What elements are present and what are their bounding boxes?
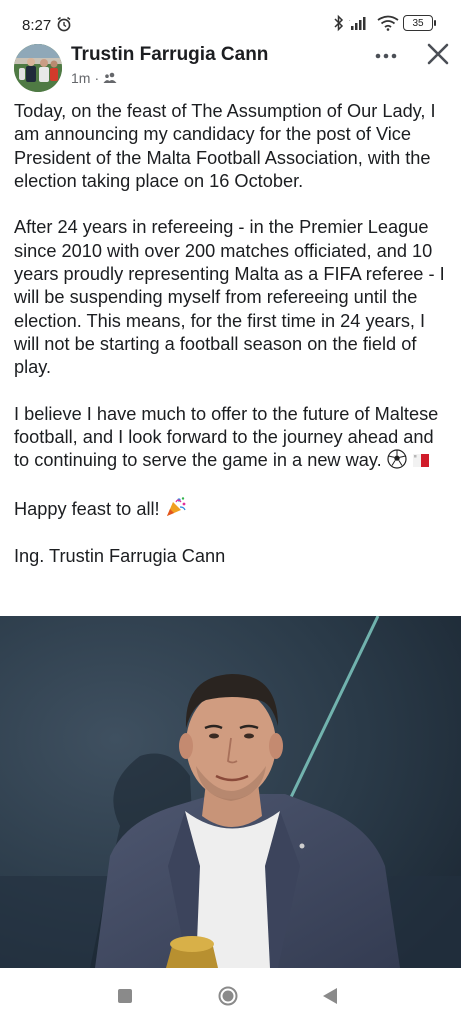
svg-text:.: . [349, 17, 351, 23]
signal-icon: . [349, 17, 366, 30]
post-header: Trustin Farrugia Cann 1m · [0, 40, 461, 96]
post-photo[interactable] [0, 616, 461, 968]
bluetooth-icon [334, 14, 344, 32]
party-popper-icon [166, 497, 186, 517]
person-photo [0, 616, 461, 968]
wifi-icon [377, 15, 399, 31]
recent-apps-button[interactable] [118, 989, 132, 1003]
back-button[interactable] [322, 987, 338, 1005]
battery-indicator: 35 [403, 15, 436, 31]
alarm-icon [57, 16, 71, 32]
soccer-ball-icon [387, 449, 407, 470]
author-name[interactable]: Trustin Farrugia Cann [71, 44, 268, 66]
avatar[interactable] [14, 44, 62, 92]
malta-flag-icon [412, 454, 429, 468]
post-paragraph: I believe I have much to offer to the fu… [14, 403, 452, 473]
post-paragraph: After 24 years in refereeing - in the Pr… [14, 217, 445, 378]
post-paragraph: Happy feast to all! [14, 496, 452, 521]
home-button[interactable] [218, 986, 238, 1006]
post-paragraph-text: I believe I have much to offer to the fu… [14, 403, 439, 471]
status-bar: 8:27 . 35 [0, 0, 461, 44]
system-nav-bar [0, 968, 461, 1024]
post-text: Today, on the feast of The Assumption of… [14, 100, 452, 591]
post-paragraph: Today, on the feast of The Assumption of… [14, 101, 436, 191]
more-options-button[interactable] [372, 46, 400, 66]
post-paragraph-text: Happy feast to all! [14, 499, 160, 520]
post-time[interactable]: 1m [71, 70, 90, 86]
close-button[interactable] [424, 40, 452, 68]
avatar-image [14, 44, 62, 92]
post-meta: 1m · [71, 70, 117, 86]
meta-separator: · [94, 70, 100, 86]
friends-icon [103, 72, 117, 83]
status-time: 8:27 [22, 17, 52, 34]
post-paragraph: Ing. Trustin Farrugia Cann [14, 545, 226, 566]
battery-level: 35 [412, 17, 424, 29]
